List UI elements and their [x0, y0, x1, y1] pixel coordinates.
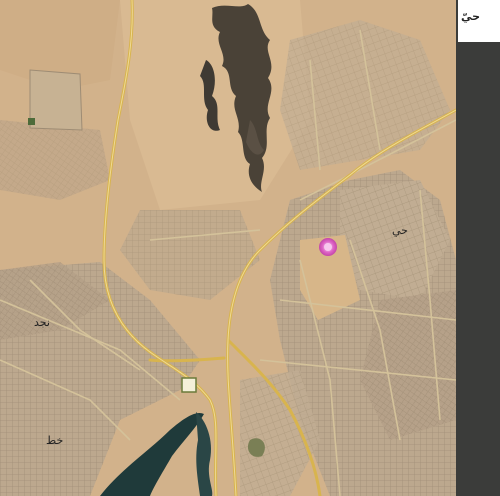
interchange-marker[interactable]: [181, 377, 197, 393]
satellite-map[interactable]: حي نجد خط: [0, 0, 456, 496]
side-panel: [456, 0, 500, 496]
map-label: نجد: [34, 316, 50, 329]
green-patch: [28, 118, 35, 125]
corner-card-text: حيّ: [461, 10, 481, 23]
map-label: حي: [392, 224, 408, 237]
location-pin-icon[interactable]: [319, 238, 337, 256]
map-viewport[interactable]: حي نجد خط حيّ: [0, 0, 500, 496]
map-label: خط: [46, 434, 63, 447]
